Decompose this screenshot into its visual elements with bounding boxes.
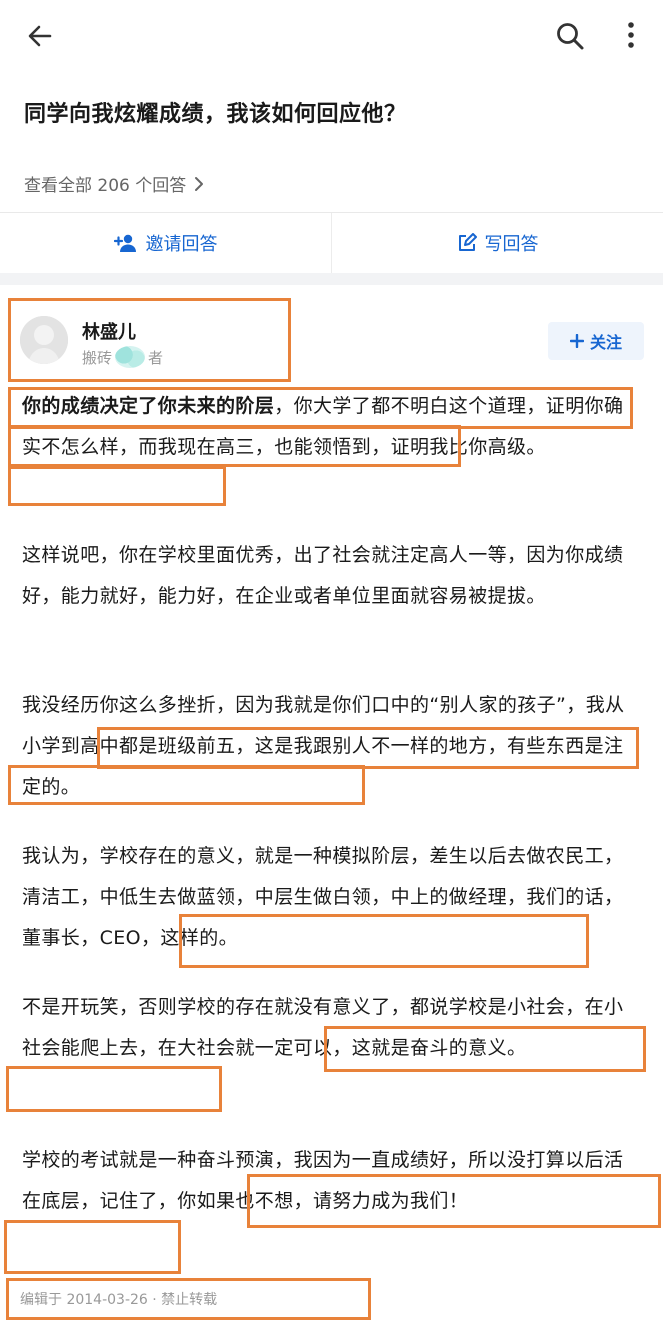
follow-label: 关注 bbox=[589, 333, 622, 352]
write-answer-label: 写回答 bbox=[484, 234, 539, 255]
highlight-box bbox=[324, 1026, 646, 1072]
plus-icon bbox=[569, 334, 584, 348]
answer-actions-bar: 邀请回答 写回答 bbox=[0, 213, 663, 273]
section-separator bbox=[0, 273, 663, 285]
chevron-right-icon bbox=[194, 176, 204, 192]
write-answer-button[interactable]: 写回答 bbox=[331, 213, 663, 273]
highlight-box bbox=[8, 425, 461, 467]
arrow-left-icon[interactable] bbox=[26, 22, 54, 50]
highlight-box bbox=[179, 914, 589, 968]
search-icon[interactable] bbox=[555, 21, 585, 51]
highlight-box bbox=[97, 727, 639, 769]
invite-answer-button[interactable]: 邀请回答 bbox=[0, 213, 331, 273]
answer-paragraph-2: 这样说吧，你在学校里面优秀，出了社会就注定高人一等，因为你成绩好，能力就好，能力… bbox=[22, 544, 624, 607]
invite-answer-label: 邀请回答 bbox=[145, 234, 218, 255]
highlight-box bbox=[8, 298, 291, 382]
edit-icon bbox=[457, 233, 477, 253]
highlight-box bbox=[8, 466, 226, 506]
question-title[interactable]: 同学向我炫耀成绩，我该如何回应他？ bbox=[24, 96, 644, 128]
follow-button[interactable]: 关注 bbox=[548, 322, 644, 360]
top-bar bbox=[0, 0, 663, 72]
more-vertical-icon[interactable] bbox=[624, 20, 638, 50]
highlight-box bbox=[6, 1278, 371, 1320]
highlight-box bbox=[8, 387, 633, 429]
highlight-box bbox=[247, 1174, 661, 1228]
highlight-box bbox=[4, 1220, 181, 1274]
highlight-box bbox=[8, 765, 365, 805]
view-all-answers-link[interactable]: 查看全部 206 个回答 bbox=[24, 171, 204, 196]
view-all-label: 查看全部 206 个回答 bbox=[24, 176, 187, 196]
highlight-box bbox=[6, 1066, 222, 1112]
add-user-icon bbox=[113, 233, 138, 253]
